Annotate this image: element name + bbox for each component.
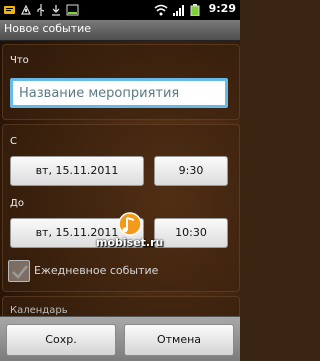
from-time-button[interactable]: 9:30	[154, 156, 228, 186]
bottom-action-bar: Сохр. Отмена	[0, 316, 240, 361]
save-button[interactable]: Сохр.	[6, 324, 116, 356]
usb-icon	[37, 4, 45, 16]
event-title-placeholder: Название мероприятия	[19, 86, 180, 101]
sms-icon	[4, 6, 15, 14]
calendar-label: Календарь	[10, 305, 68, 316]
status-time: 9:29	[208, 2, 236, 15]
android-debug-icon	[21, 4, 31, 15]
what-label: Что	[10, 55, 29, 66]
from-date-button[interactable]: вт, 15.11.2011	[10, 156, 144, 186]
status-bar: 9:29	[0, 0, 240, 20]
event-title-input[interactable]: Название мероприятия	[10, 78, 228, 108]
from-label: С	[10, 136, 17, 147]
watermark-text: mobiset.ru	[96, 236, 164, 249]
download-icon	[52, 5, 60, 16]
wifi-icon	[154, 4, 168, 16]
all-day-checkbox[interactable]	[8, 260, 30, 282]
all-day-label: Ежедневное событие	[34, 264, 159, 277]
battery-icon	[190, 4, 200, 16]
to-time-button[interactable]: 10:30	[154, 218, 228, 248]
battery-low-icon	[66, 4, 79, 16]
title-bar: Новое событие	[0, 20, 240, 41]
checkmark-icon	[12, 265, 28, 279]
page-title: Новое событие	[4, 22, 92, 35]
signal-icon	[173, 5, 184, 16]
cancel-button[interactable]: Отмена	[124, 324, 234, 356]
to-label: До	[10, 198, 24, 209]
